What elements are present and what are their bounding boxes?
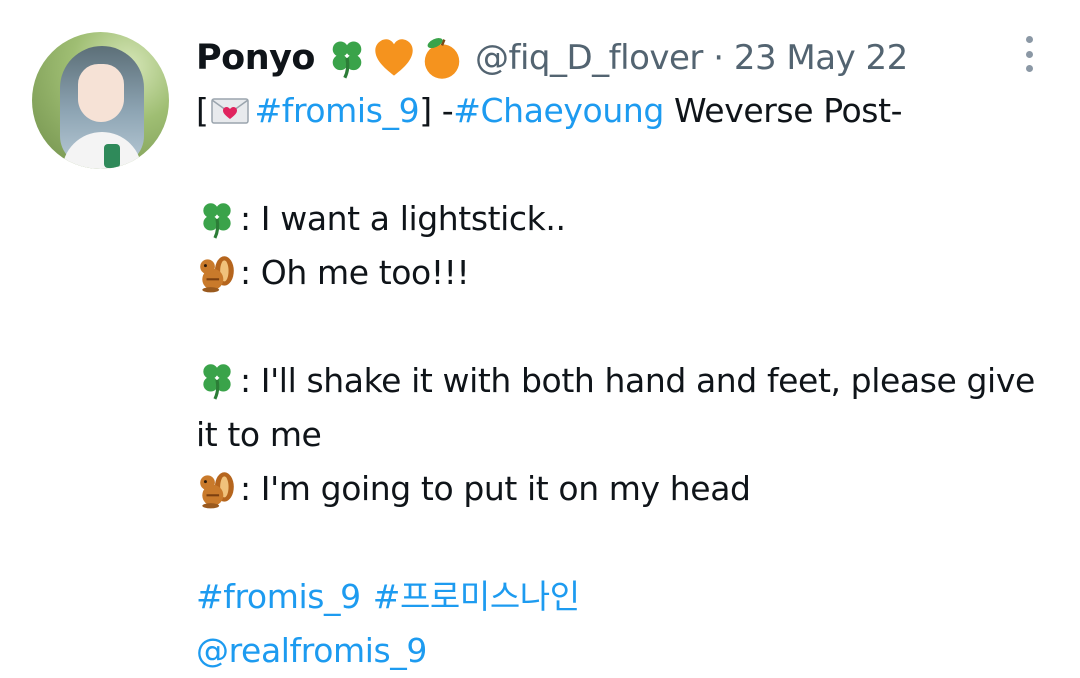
chipmunk-icon [200,256,234,293]
four-leaf-clover-icon [203,363,231,400]
bracket-close: ] - [419,91,454,130]
tweet-text: [ #fromis_9 ] - #Chaeyoung Weverse Post-… [196,84,1056,678]
author-name[interactable]: Ponyo [196,38,315,78]
mention-line: @realfromis_9 [196,624,1056,678]
dialogue-text: : Oh me too!!! [240,253,470,292]
dialogue-line: : I'll shake it with both hand and feet,… [196,354,1056,462]
avatar-face [78,64,124,122]
dialogue-line: : Oh me too!!! [196,246,1056,300]
four-leaf-clover-icon [332,41,362,79]
mention-link[interactable]: @realfromis_9 [196,624,427,678]
author-meta: @fiq_D_flover · 23 May 22 [475,38,908,78]
tweet-date[interactable]: 23 May 22 [734,38,908,78]
tangerine-icon [424,38,460,79]
dialogue-text: : I'm going to put it on my head [240,469,751,508]
author-handle[interactable]: @fiq_D_flover [475,38,703,78]
hashtag-korean[interactable]: #프로미스나인 [373,570,580,624]
hashtags-line: #fromis_9 #프로미스나인 [196,570,1056,624]
love-letter-icon [211,98,250,124]
bracket-open: [ [196,91,209,130]
dialogue-text: : I want a lightstick.. [240,199,566,238]
title-rest: Weverse Post- [663,91,903,130]
dialogue-line: : I'm going to put it on my head [196,462,1056,516]
tweet-line-title: [ #fromis_9 ] - #Chaeyoung Weverse Post- [196,84,1056,138]
four-leaf-clover-icon [203,203,231,239]
hashtag-fromis9[interactable]: #fromis_9 [196,570,361,624]
meta-separator: · [713,38,724,78]
hashtag-fromis9[interactable]: #fromis_9 [254,84,419,138]
chipmunk-icon [200,472,234,509]
hashtag-chaeyoung[interactable]: #Chaeyoung [453,84,664,138]
more-dot [1025,50,1033,58]
dialogue-text: : I'll shake it with both hand and feet,… [196,361,1035,454]
orange-heart-icon [375,39,413,76]
avatar[interactable] [32,32,169,169]
avatar-bottle [104,144,120,168]
tweet-header: Ponyo @fiq_D_flover · 23 May 22 [196,36,908,80]
more-dot [1025,36,1033,43]
more-vertical-icon[interactable] [1018,36,1040,72]
tweet[interactable]: Ponyo @fiq_D_flover · 23 May 22 [#fromi… [0,0,1080,676]
author-name-emoji [325,35,465,81]
dialogue-line: : I want a lightstick.. [196,192,1056,246]
more-dot [1025,65,1033,72]
